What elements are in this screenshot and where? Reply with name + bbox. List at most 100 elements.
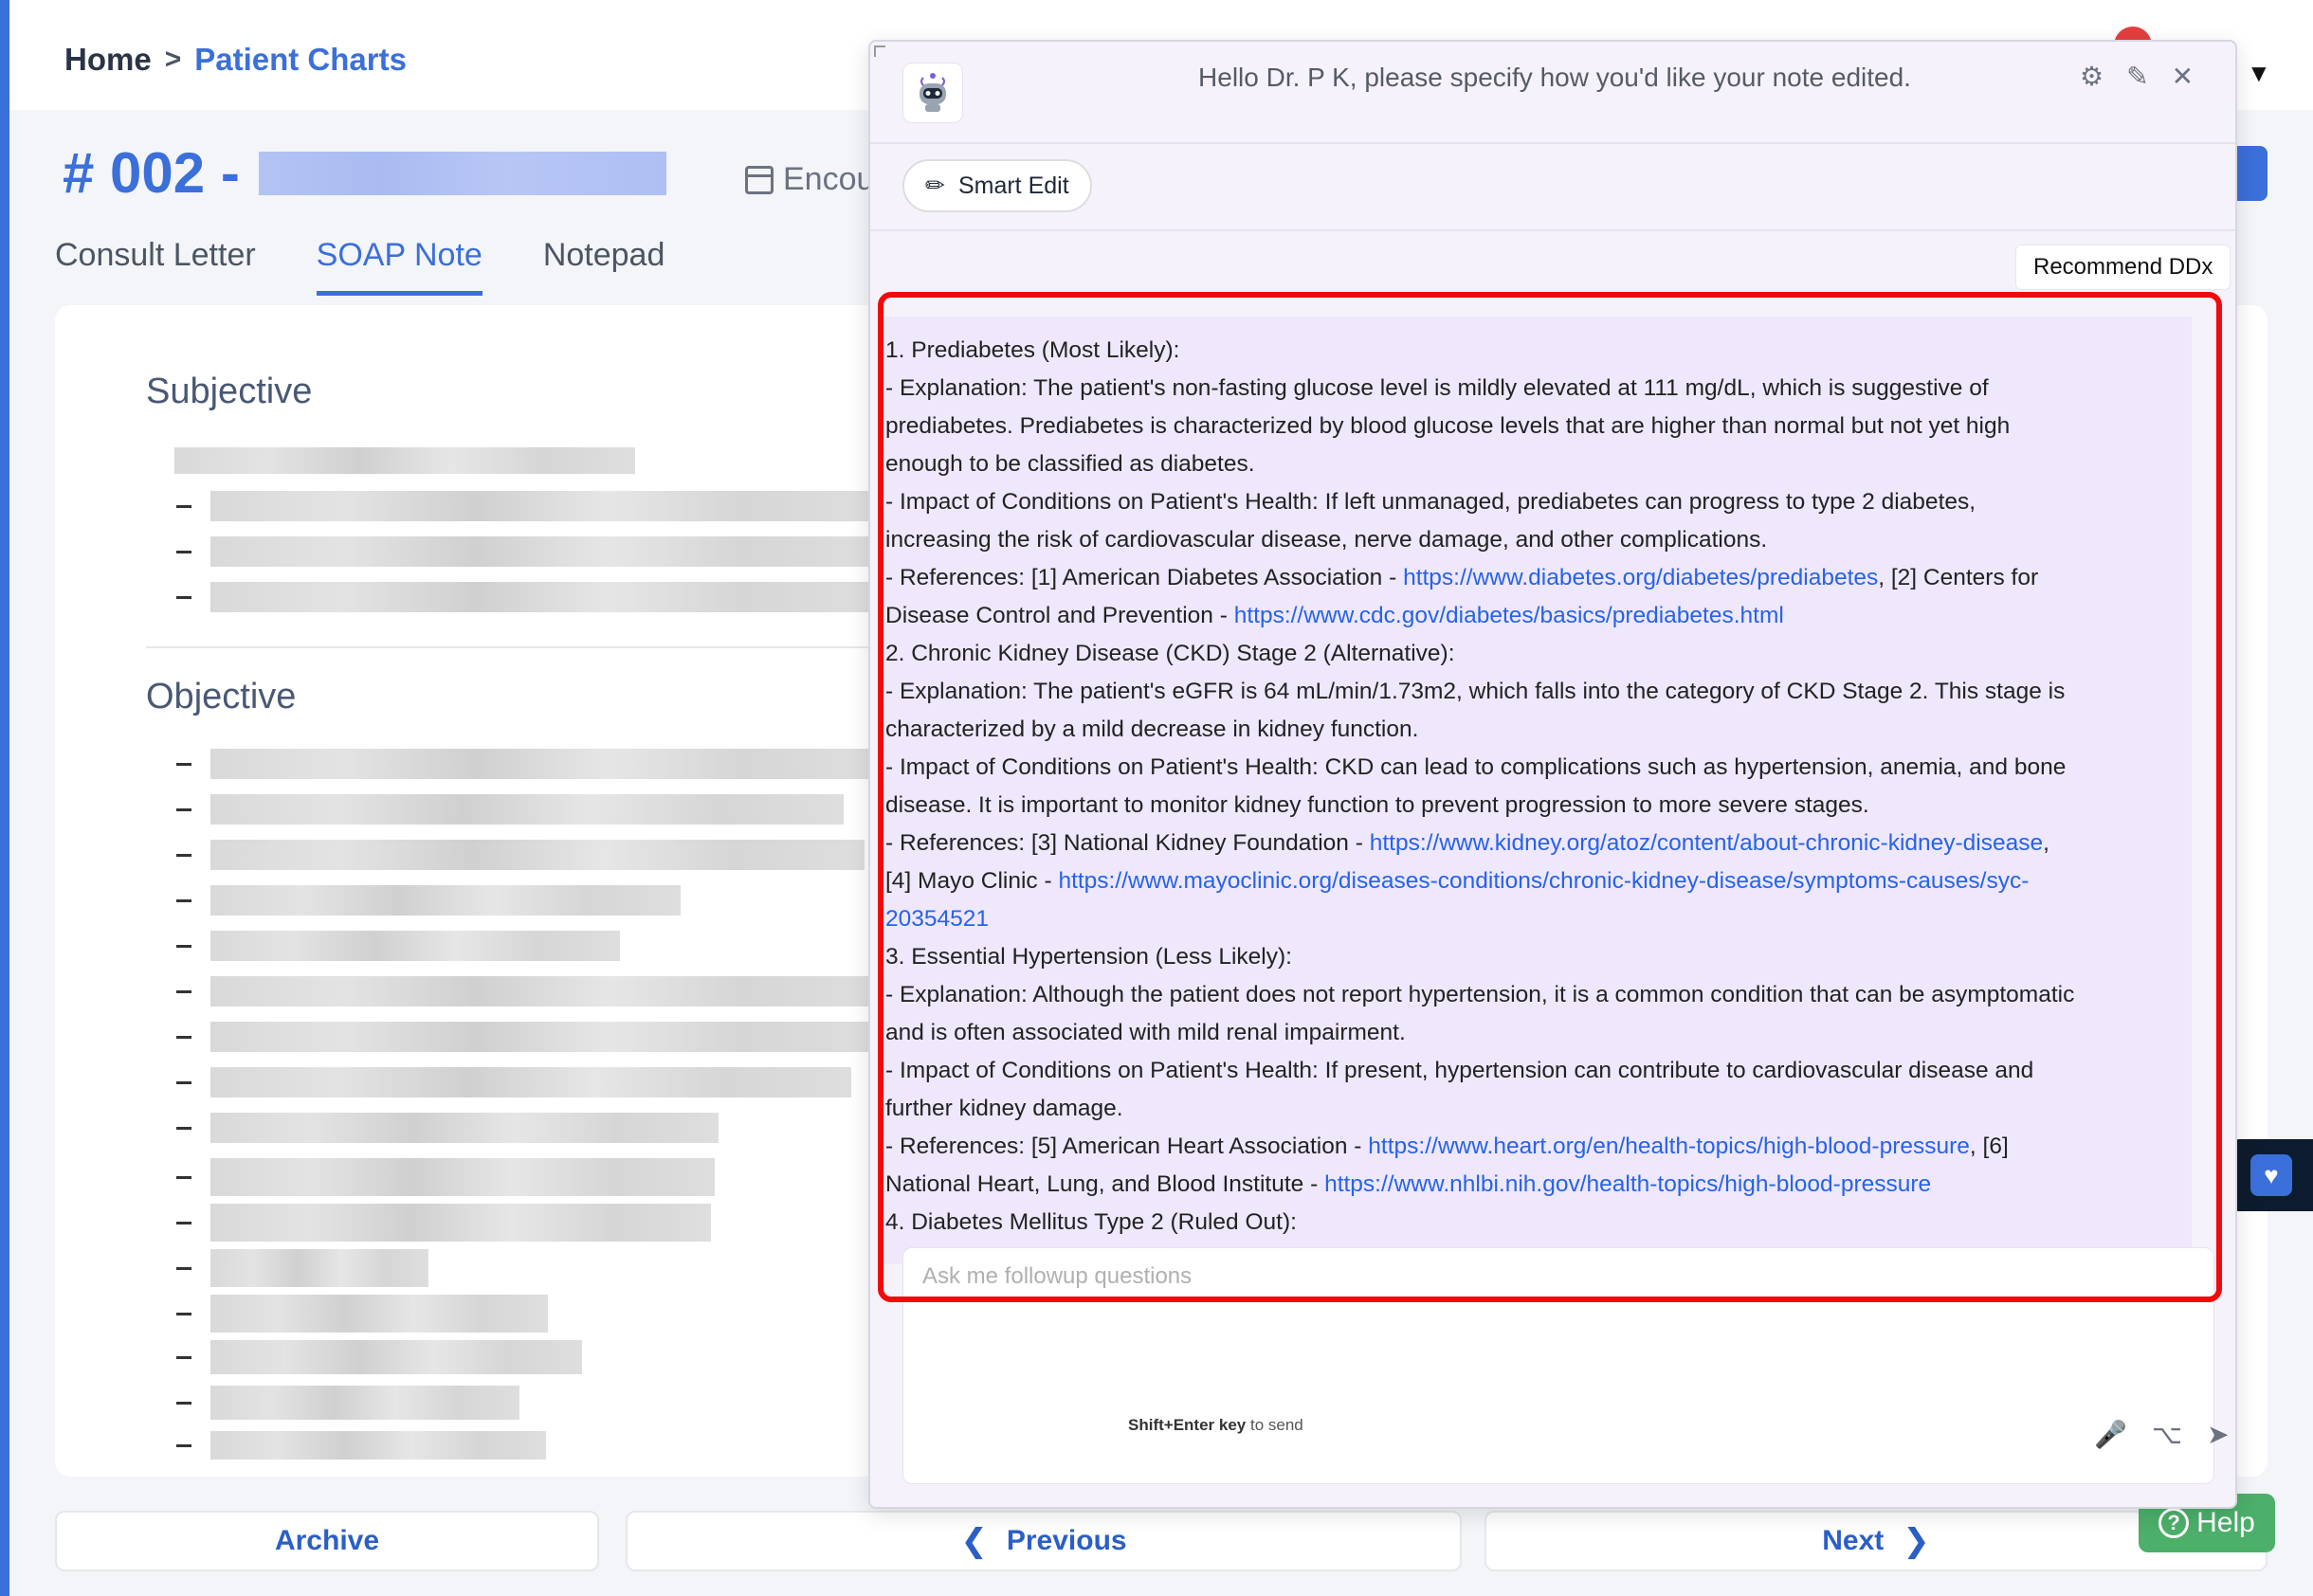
panel-divider (870, 229, 2235, 231)
message-line: - Explanation: Although the patient does… (885, 982, 2075, 1007)
redacted-line (210, 1295, 548, 1333)
panel-greeting: Hello Dr. P K, please specify how you'd … (1198, 63, 1911, 92)
message-line: [4] Mayo Clinic - https://www.mayoclinic… (885, 868, 2030, 894)
archive-label: Archive (274, 1525, 380, 1556)
message-line: Disease Control and Prevention - https:/… (885, 603, 1784, 628)
help-label: Help (2196, 1507, 2255, 1538)
list-item (176, 749, 874, 779)
panel-divider (870, 142, 2235, 144)
sliders-icon[interactable]: ⚙ (2080, 61, 2104, 92)
message-line: characterized by a mild decrease in kidn… (885, 716, 1419, 742)
redacted-line (210, 491, 874, 521)
message-line: further kidney damage. (885, 1096, 1123, 1121)
send-hint: Shift+Enter key to send (1128, 1416, 1303, 1435)
list-item (176, 1067, 851, 1097)
followup-input-area: 🎤 ⌥ ➤ (902, 1247, 2230, 1484)
tab-consult-letter[interactable]: Consult Letter (55, 237, 256, 296)
send-icon[interactable]: ➤ (2207, 1419, 2229, 1450)
section-objective: Objective (146, 677, 297, 716)
previous-button[interactable]: ❮ Previous (626, 1511, 1462, 1571)
redacted-line (210, 582, 874, 612)
calendar-icon (745, 165, 774, 194)
smart-edit-label: Smart Edit (957, 172, 1069, 199)
tab-notepad[interactable]: Notepad (543, 237, 665, 296)
input-actions: 🎤 ⌥ ➤ (2094, 1419, 2230, 1450)
patient-title: # 002 - (63, 140, 666, 206)
send-hint-key: Shift+Enter key (1128, 1416, 1247, 1434)
section-subjective: Subjective (146, 372, 313, 411)
redacted-line (210, 1431, 546, 1460)
reference-link[interactable]: 20354521 (885, 906, 989, 932)
encounter-label: Encou (783, 161, 875, 197)
redacted-line (210, 1204, 711, 1242)
redacted-line (174, 447, 635, 474)
breadcrumb-home[interactable]: Home (64, 42, 152, 78)
message-line: 4. Diabetes Mellitus Type 2 (Ruled Out): (885, 1209, 1297, 1235)
heart-monitor-widget[interactable]: ♥ (2230, 1139, 2313, 1211)
heart-monitor-icon: ♥ (2250, 1154, 2292, 1196)
section-divider (146, 646, 923, 648)
list-item (176, 1249, 428, 1287)
message-line: increasing the risk of cardiovascular di… (885, 527, 1768, 553)
reference-link[interactable]: https://www.diabetes.org/diabetes/predia… (1403, 565, 1878, 590)
reference-link[interactable]: https://www.mayoclinic.org/diseases-cond… (1058, 868, 2029, 894)
option-key-icon[interactable]: ⌥ (2152, 1419, 2182, 1450)
message-line: 1. Prediabetes (Most Likely): (885, 337, 1180, 363)
list-item (176, 1340, 582, 1374)
redacted-line (210, 1022, 874, 1052)
next-label: Next (1822, 1525, 1885, 1556)
ai-response-message: 1. Prediabetes (Most Likely): - Explanati… (883, 317, 2192, 1264)
list-item (176, 1158, 715, 1196)
recommend-ddx-message: Recommend DDx (2015, 245, 2231, 290)
message-line: - References: [1] American Diabetes Asso… (885, 565, 2039, 590)
list-item (176, 1022, 874, 1052)
help-icon: ? (2158, 1508, 2190, 1538)
message-line: disease. It is important to monitor kidn… (885, 792, 1869, 818)
list-item (176, 1431, 546, 1460)
message-line: and is often associated with mild renal … (885, 1020, 1406, 1045)
chevron-right-icon: > (164, 44, 182, 75)
pencil-icon: ✏ (925, 172, 945, 199)
note-tabs: Consult Letter SOAP Note Notepad (55, 237, 665, 296)
message-line: enough to be classified as diabetes. (885, 451, 1255, 477)
message-line: National Heart, Lung, and Blood Institut… (885, 1171, 1932, 1197)
message-line: - Explanation: The patient's non-fasting… (885, 375, 1989, 401)
reference-link[interactable]: https://www.heart.org/en/health-topics/h… (1368, 1134, 1970, 1159)
message-line: - References: [3] National Kidney Founda… (885, 830, 2049, 856)
archive-button[interactable]: Archive (55, 1511, 599, 1571)
redacted-line (210, 885, 681, 916)
microphone-icon[interactable]: 🎤 (2094, 1419, 2127, 1450)
redacted-line (210, 1249, 428, 1287)
breadcrumb: Home > Patient Charts (64, 42, 407, 78)
redacted-line (210, 976, 874, 1007)
patient-number: # 002 - (63, 141, 240, 205)
reference-link[interactable]: https://www.kidney.org/atoz/content/abou… (1370, 830, 2043, 856)
send-hint-text: to send (1249, 1416, 1303, 1434)
list-item (176, 976, 874, 1007)
redacted-line (210, 794, 844, 825)
breadcrumb-current[interactable]: Patient Charts (194, 42, 407, 78)
followup-input[interactable] (917, 1258, 2202, 1296)
panel-toolbar: ⚙ ✎ ✕ (2080, 61, 2194, 92)
list-item (176, 1386, 519, 1420)
redacted-line (210, 1113, 719, 1143)
list-item (176, 931, 620, 961)
caret-down-icon[interactable]: ▼ (2247, 59, 2271, 88)
list-item (176, 582, 874, 612)
edit-icon[interactable]: ✎ (2126, 61, 2148, 92)
patient-name-redacted (258, 151, 666, 195)
tab-soap-note[interactable]: SOAP Note (316, 237, 483, 296)
list-item (176, 491, 874, 521)
message-line: prediabetes. Prediabetes is characterize… (885, 413, 2011, 439)
encounter-date[interactable]: Encou (745, 161, 874, 198)
message-line: - Impact of Conditions on Patient's Heal… (885, 1058, 2034, 1083)
chevron-right-icon: ❯ (1903, 1523, 1930, 1559)
message-line: 3. Essential Hypertension (Less Likely): (885, 944, 1292, 970)
message-line: - Impact of Conditions on Patient's Heal… (885, 754, 2067, 780)
close-icon[interactable]: ✕ (2172, 61, 2194, 92)
redacted-line (210, 749, 874, 779)
reference-link[interactable]: https://www.cdc.gov/diabetes/basics/pred… (1234, 603, 1784, 628)
reference-link[interactable]: https://www.nhlbi.nih.gov/health-topics/… (1324, 1171, 1931, 1197)
resize-handle[interactable] (874, 45, 885, 57)
smart-edit-button[interactable]: ✏ Smart Edit (902, 159, 1092, 212)
